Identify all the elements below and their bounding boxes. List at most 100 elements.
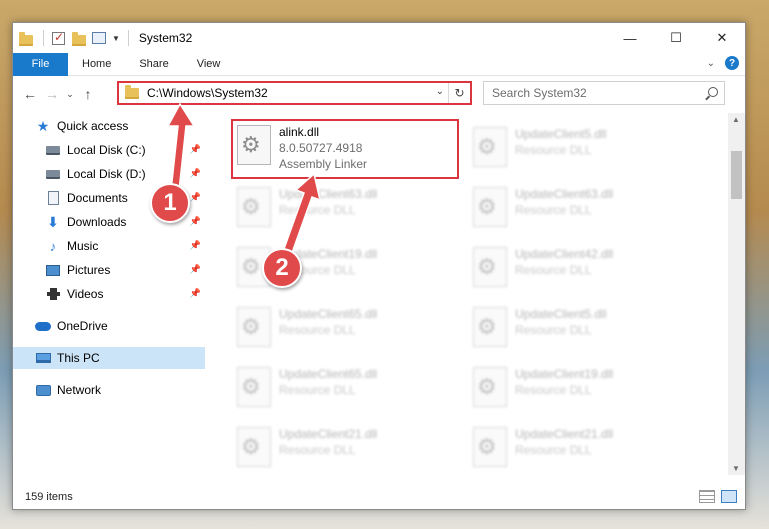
file-name: UpdateClient65.dll bbox=[279, 307, 378, 321]
folder-icon bbox=[125, 84, 139, 99]
recent-locations-chevron-icon[interactable]: ⌄ bbox=[63, 89, 77, 100]
file-description: Resource DLL bbox=[279, 323, 356, 337]
help-icon[interactable]: ? bbox=[725, 56, 739, 70]
pin-icon[interactable]: 📌 bbox=[190, 216, 201, 227]
sidebar-item-videos[interactable]: Videos 📌 bbox=[13, 283, 205, 305]
scrollbar-thumb[interactable] bbox=[731, 151, 742, 199]
disk-icon bbox=[45, 167, 61, 181]
view-switcher bbox=[699, 490, 737, 503]
file-name: UpdateClient21.dll bbox=[515, 427, 614, 441]
tab-share[interactable]: Share bbox=[125, 53, 182, 76]
address-bar[interactable]: C:\Windows\System32 ⌄ ↻ bbox=[117, 81, 472, 105]
file-description: Resource DLL bbox=[515, 203, 592, 217]
sidebar-item-local-disk-c[interactable]: Local Disk (C:) 📌 bbox=[13, 139, 205, 161]
file-item[interactable]: UpdateClient21.dll Resource DLL bbox=[469, 423, 689, 473]
folder-icon bbox=[19, 30, 35, 46]
file-name: UpdateClient63.dll bbox=[279, 187, 378, 201]
vertical-scrollbar[interactable]: ▲ ▼ bbox=[728, 113, 745, 475]
sidebar-item-music[interactable]: ♪ Music 📌 bbox=[13, 235, 205, 257]
network-icon bbox=[35, 383, 51, 397]
search-icon[interactable] bbox=[708, 87, 718, 97]
cloud-icon bbox=[35, 319, 51, 333]
file-version: 8.0.50727.4918 bbox=[279, 141, 363, 155]
dll-file-icon bbox=[473, 247, 507, 287]
dll-file-icon bbox=[473, 127, 507, 167]
scroll-up-arrow-icon[interactable]: ▲ bbox=[732, 115, 740, 124]
computer-icon bbox=[35, 351, 51, 365]
file-item[interactable]: UpdateClient65.dll Resource DLL bbox=[233, 303, 453, 355]
forward-arrow-icon[interactable]: → bbox=[41, 86, 63, 102]
pin-icon[interactable]: 📌 bbox=[190, 192, 201, 203]
file-name: UpdateClient5.dll bbox=[515, 307, 607, 321]
tab-view[interactable]: View bbox=[183, 53, 235, 76]
file-item[interactable]: UpdateClient63.dll Resource DLL bbox=[233, 183, 453, 235]
toolbar-separator bbox=[127, 30, 129, 46]
pin-icon[interactable]: 📌 bbox=[190, 144, 201, 155]
annotation-badge-2: 2 bbox=[262, 248, 302, 288]
address-dropdown-chevron-icon[interactable]: ⌄ bbox=[436, 86, 444, 97]
sidebar-item-onedrive[interactable]: OneDrive bbox=[13, 315, 205, 337]
file-item[interactable]: UpdateClient63.dll Resource DLL bbox=[469, 183, 689, 235]
ribbon-right-controls: ⌄ ? bbox=[707, 56, 739, 70]
scroll-down-arrow-icon[interactable]: ▼ bbox=[732, 464, 740, 473]
refresh-icon[interactable]: ↻ bbox=[448, 83, 470, 103]
tab-home[interactable]: Home bbox=[68, 53, 125, 76]
file-item[interactable]: UpdateClient65.dll Resource DLL bbox=[233, 363, 453, 415]
details-view-icon[interactable] bbox=[699, 490, 715, 503]
sidebar-item-quick-access[interactable]: ★ Quick access bbox=[13, 115, 205, 137]
pictures-icon bbox=[45, 263, 61, 277]
address-path[interactable]: C:\Windows\System32 bbox=[147, 86, 268, 100]
star-icon: ★ bbox=[36, 117, 50, 134]
customize-chevron-down-icon[interactable]: ▼ bbox=[112, 34, 120, 43]
search-input[interactable] bbox=[492, 86, 702, 100]
back-arrow-icon[interactable]: ← bbox=[19, 86, 41, 102]
sidebar-item-network[interactable]: Network bbox=[13, 379, 205, 401]
expand-ribbon-chevron-icon[interactable]: ⌄ bbox=[707, 58, 715, 69]
file-item[interactable]: UpdateClient21.dll Resource DLL bbox=[233, 423, 453, 473]
file-name: UpdateClient19.dll bbox=[515, 367, 614, 381]
search-box[interactable] bbox=[483, 81, 725, 105]
properties-icon[interactable] bbox=[92, 30, 108, 46]
file-item[interactable]: UpdateClient19.dll Resource DLL bbox=[469, 363, 689, 415]
item-count: 159 items bbox=[25, 491, 73, 503]
sidebar-item-pictures[interactable]: Pictures 📌 bbox=[13, 259, 205, 281]
file-item[interactable]: UpdateClient5.dll Resource DLL bbox=[469, 303, 689, 355]
pin-icon[interactable]: 📌 bbox=[190, 264, 201, 275]
annotation-badge-1: 1 bbox=[150, 183, 190, 223]
file-description: Resource DLL bbox=[515, 263, 592, 277]
sidebar-item-label: Local Disk (C:) bbox=[67, 143, 146, 157]
pin-icon[interactable]: 📌 bbox=[190, 288, 201, 299]
tab-file[interactable]: File bbox=[13, 52, 68, 76]
disk-icon bbox=[45, 143, 61, 157]
toolbar-separator bbox=[43, 30, 44, 46]
dll-file-icon bbox=[473, 307, 507, 347]
sidebar-item-label: Videos bbox=[67, 287, 104, 301]
sidebar-item-local-disk-d[interactable]: Local Disk (D:) 📌 bbox=[13, 163, 205, 185]
file-name: UpdateClient21.dll bbox=[279, 427, 378, 441]
properties-check-icon[interactable] bbox=[52, 30, 68, 46]
sidebar-item-label: Downloads bbox=[67, 215, 127, 229]
new-folder-icon[interactable] bbox=[72, 30, 88, 46]
close-button[interactable]: ✕ bbox=[699, 23, 745, 53]
quick-access-toolbar: ▼ bbox=[13, 30, 133, 46]
sidebar-item-label: This PC bbox=[57, 351, 100, 365]
documents-icon bbox=[45, 191, 61, 205]
large-icons-view-icon[interactable] bbox=[721, 490, 737, 503]
sidebar-item-label: Network bbox=[57, 383, 102, 397]
minimize-button[interactable]: — bbox=[607, 23, 653, 53]
up-arrow-icon[interactable]: ↑ bbox=[77, 86, 99, 102]
file-item[interactable]: UpdateClient5.dll Resource DLL bbox=[469, 123, 689, 175]
file-name: UpdateClient65.dll bbox=[279, 367, 378, 381]
window-controls: — ☐ ✕ bbox=[607, 23, 745, 53]
dll-file-icon bbox=[237, 367, 271, 407]
file-item-alink-dll[interactable]: alink.dll 8.0.50727.4918 Assembly Linker bbox=[231, 119, 459, 179]
sidebar-item-this-pc[interactable]: This PC bbox=[13, 347, 205, 369]
file-item[interactable]: UpdateClient42.dll Resource DLL bbox=[469, 243, 689, 295]
pin-icon[interactable]: 📌 bbox=[190, 240, 201, 251]
sidebar-item-label: OneDrive bbox=[57, 319, 108, 333]
pin-icon[interactable]: 📌 bbox=[190, 168, 201, 179]
file-name: UpdateClient63.dll bbox=[515, 187, 614, 201]
maximize-button[interactable]: ☐ bbox=[653, 23, 699, 53]
file-description: Resource DLL bbox=[515, 323, 592, 337]
explorer-window: ▼ System32 — ☐ ✕ File Home Share View ⌄ … bbox=[12, 22, 746, 510]
